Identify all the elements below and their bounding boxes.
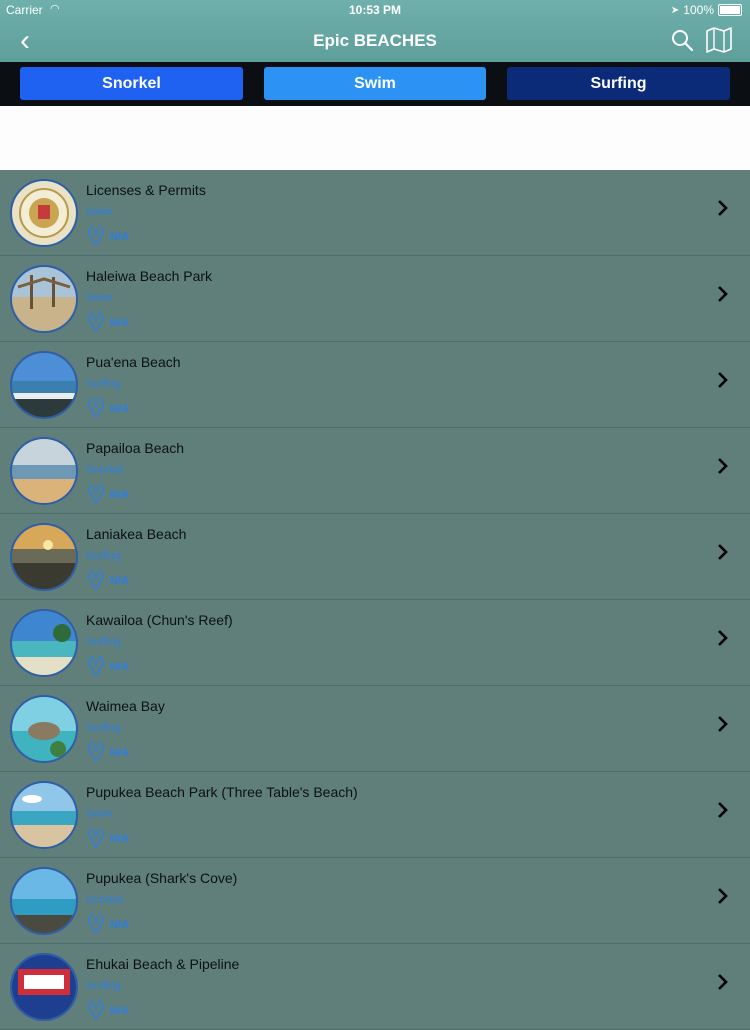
location-pin-icon xyxy=(88,1000,104,1020)
list-item[interactable]: Laniakea Beach Surfing N/A xyxy=(0,514,750,600)
chevron-right-icon[interactable] xyxy=(716,628,730,648)
beach-location: N/A xyxy=(110,833,129,845)
beach-category: Surfing xyxy=(86,378,121,390)
beach-thumbnail xyxy=(10,265,78,333)
list-item[interactable]: Haleiwa Beach Park Swim N/A xyxy=(0,256,750,342)
beach-location: N/A xyxy=(110,661,129,673)
status-time: 10:53 PM xyxy=(348,3,402,17)
chevron-right-icon[interactable] xyxy=(716,542,730,562)
chevron-right-icon[interactable] xyxy=(716,198,730,218)
beach-location: N/A xyxy=(110,1005,129,1017)
map-icon[interactable] xyxy=(705,27,733,53)
chevron-right-icon[interactable] xyxy=(716,370,730,390)
beach-thumbnail xyxy=(10,953,78,1021)
beach-name: Papailoa Beach xyxy=(86,440,185,456)
nav-title: Epic BEACHES xyxy=(313,31,437,50)
chevron-right-icon[interactable] xyxy=(716,714,730,734)
beach-name: Haleiwa Beach Park xyxy=(86,268,213,284)
beach-category: Surfing xyxy=(86,636,121,648)
beach-name: Kawailoa (Chun's Reef) xyxy=(86,612,233,628)
beach-location: N/A xyxy=(110,919,129,931)
location-pin-icon xyxy=(88,742,104,762)
battery-percent: 100% xyxy=(683,3,714,17)
list-item[interactable]: Kawailoa (Chun's Reef) Surfing N/A xyxy=(0,600,750,686)
beach-name: Licenses & Permits xyxy=(86,182,206,198)
location-arrow-icon: ➤ xyxy=(670,4,680,16)
location-pin-icon xyxy=(88,226,104,246)
beach-category: Snorkel xyxy=(86,464,124,476)
beach-category: Snorkel xyxy=(86,894,124,906)
beach-location: N/A xyxy=(110,403,129,415)
segment-bar: Snorkel Swim Surfing xyxy=(0,62,750,106)
location-pin-icon xyxy=(88,570,104,590)
beach-list: Licenses & Permits Swim N/A Haleiwa Beac… xyxy=(0,170,750,1030)
list-item[interactable]: Pua'ena Beach Surfing N/A xyxy=(0,342,750,428)
battery-icon xyxy=(718,4,742,16)
beach-location: N/A xyxy=(110,231,129,243)
beach-thumbnail xyxy=(10,179,78,247)
beach-thumbnail xyxy=(10,781,78,849)
banner-area xyxy=(0,106,750,170)
beach-category: Swim xyxy=(86,808,113,820)
chevron-right-icon[interactable] xyxy=(716,284,730,304)
beach-category: Surfing xyxy=(86,550,121,562)
location-pin-icon xyxy=(88,398,104,418)
beach-category: Surfing xyxy=(86,722,121,734)
beach-category: Swim xyxy=(86,206,113,218)
beach-thumbnail xyxy=(10,523,78,591)
beach-category: Swim xyxy=(86,292,113,304)
search-icon[interactable] xyxy=(670,28,694,52)
beach-thumbnail xyxy=(10,609,78,677)
chevron-right-icon[interactable] xyxy=(716,456,730,476)
beach-thumbnail xyxy=(10,351,78,419)
beach-name: Pupukea Beach Park (Three Table's Beach) xyxy=(86,784,358,800)
beach-location: N/A xyxy=(110,575,129,587)
list-item[interactable]: Pupukea (Shark's Cove) Snorkel N/A xyxy=(0,858,750,944)
location-pin-icon xyxy=(88,484,104,504)
list-item[interactable]: Waimea Bay Surfing N/A xyxy=(0,686,750,772)
status-bar: Carrier ◠ 10:53 PM ➤ 100% xyxy=(0,0,750,20)
beach-name: Laniakea Beach xyxy=(86,526,187,542)
top-bar: Carrier ◠ 10:53 PM ➤ 100% ‹ Epic BEACHES xyxy=(0,0,750,62)
segment-surfing[interactable]: Surfing xyxy=(507,67,730,100)
list-item[interactable]: Ehukai Beach & Pipeline Surfing N/A xyxy=(0,944,750,1030)
chevron-right-icon[interactable] xyxy=(716,972,730,992)
chevron-right-icon[interactable] xyxy=(716,886,730,906)
chevron-right-icon[interactable] xyxy=(716,800,730,820)
beach-location: N/A xyxy=(110,747,129,759)
beach-thumbnail xyxy=(10,695,78,763)
list-item[interactable]: Licenses & Permits Swim N/A xyxy=(0,170,750,256)
beach-location: N/A xyxy=(110,317,129,329)
beach-name: Ehukai Beach & Pipeline xyxy=(86,956,240,972)
location-pin-icon xyxy=(88,656,104,676)
segment-swim[interactable]: Swim xyxy=(264,67,486,100)
location-pin-icon xyxy=(88,914,104,934)
list-item[interactable]: Papailoa Beach Snorkel N/A xyxy=(0,428,750,514)
beach-name: Pupukea (Shark's Cove) xyxy=(86,870,238,886)
location-pin-icon xyxy=(88,828,104,848)
beach-thumbnail xyxy=(10,437,78,505)
segment-snorkel[interactable]: Snorkel xyxy=(20,67,243,100)
list-item[interactable]: Pupukea Beach Park (Three Table's Beach)… xyxy=(0,772,750,858)
battery-area: ➤ 100% xyxy=(671,3,742,17)
location-pin-icon xyxy=(88,312,104,332)
beach-location: N/A xyxy=(110,489,129,501)
beach-name: Pua'ena Beach xyxy=(86,354,181,370)
beach-thumbnail xyxy=(10,867,78,935)
beach-name: Waimea Bay xyxy=(86,698,165,714)
beach-category: Surfing xyxy=(86,980,121,992)
